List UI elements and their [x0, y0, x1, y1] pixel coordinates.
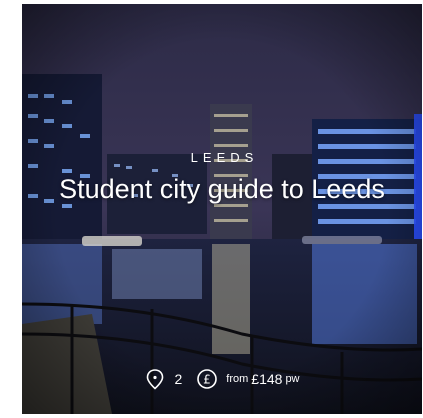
price-info: £ from £148 pw: [196, 368, 300, 390]
guide-title[interactable]: Student city guide to Leeds: [22, 172, 422, 207]
properties-count: 2: [144, 368, 182, 390]
price-suffix: pw: [285, 373, 300, 385]
city-guide-card[interactable]: LEEDS Student city guide to Leeds 2 £ fr…: [22, 4, 422, 414]
svg-text:£: £: [203, 373, 211, 387]
price-amount: £148: [251, 371, 283, 387]
price-prefix: from: [226, 373, 249, 385]
properties-count-value: 2: [174, 371, 183, 387]
card-meta: 2 £ from £148 pw: [22, 368, 422, 390]
map-pin-icon: [144, 368, 166, 390]
city-label: LEEDS: [190, 150, 259, 165]
leeds-night-photo: [22, 4, 422, 414]
pound-circle-icon: £: [196, 368, 218, 390]
